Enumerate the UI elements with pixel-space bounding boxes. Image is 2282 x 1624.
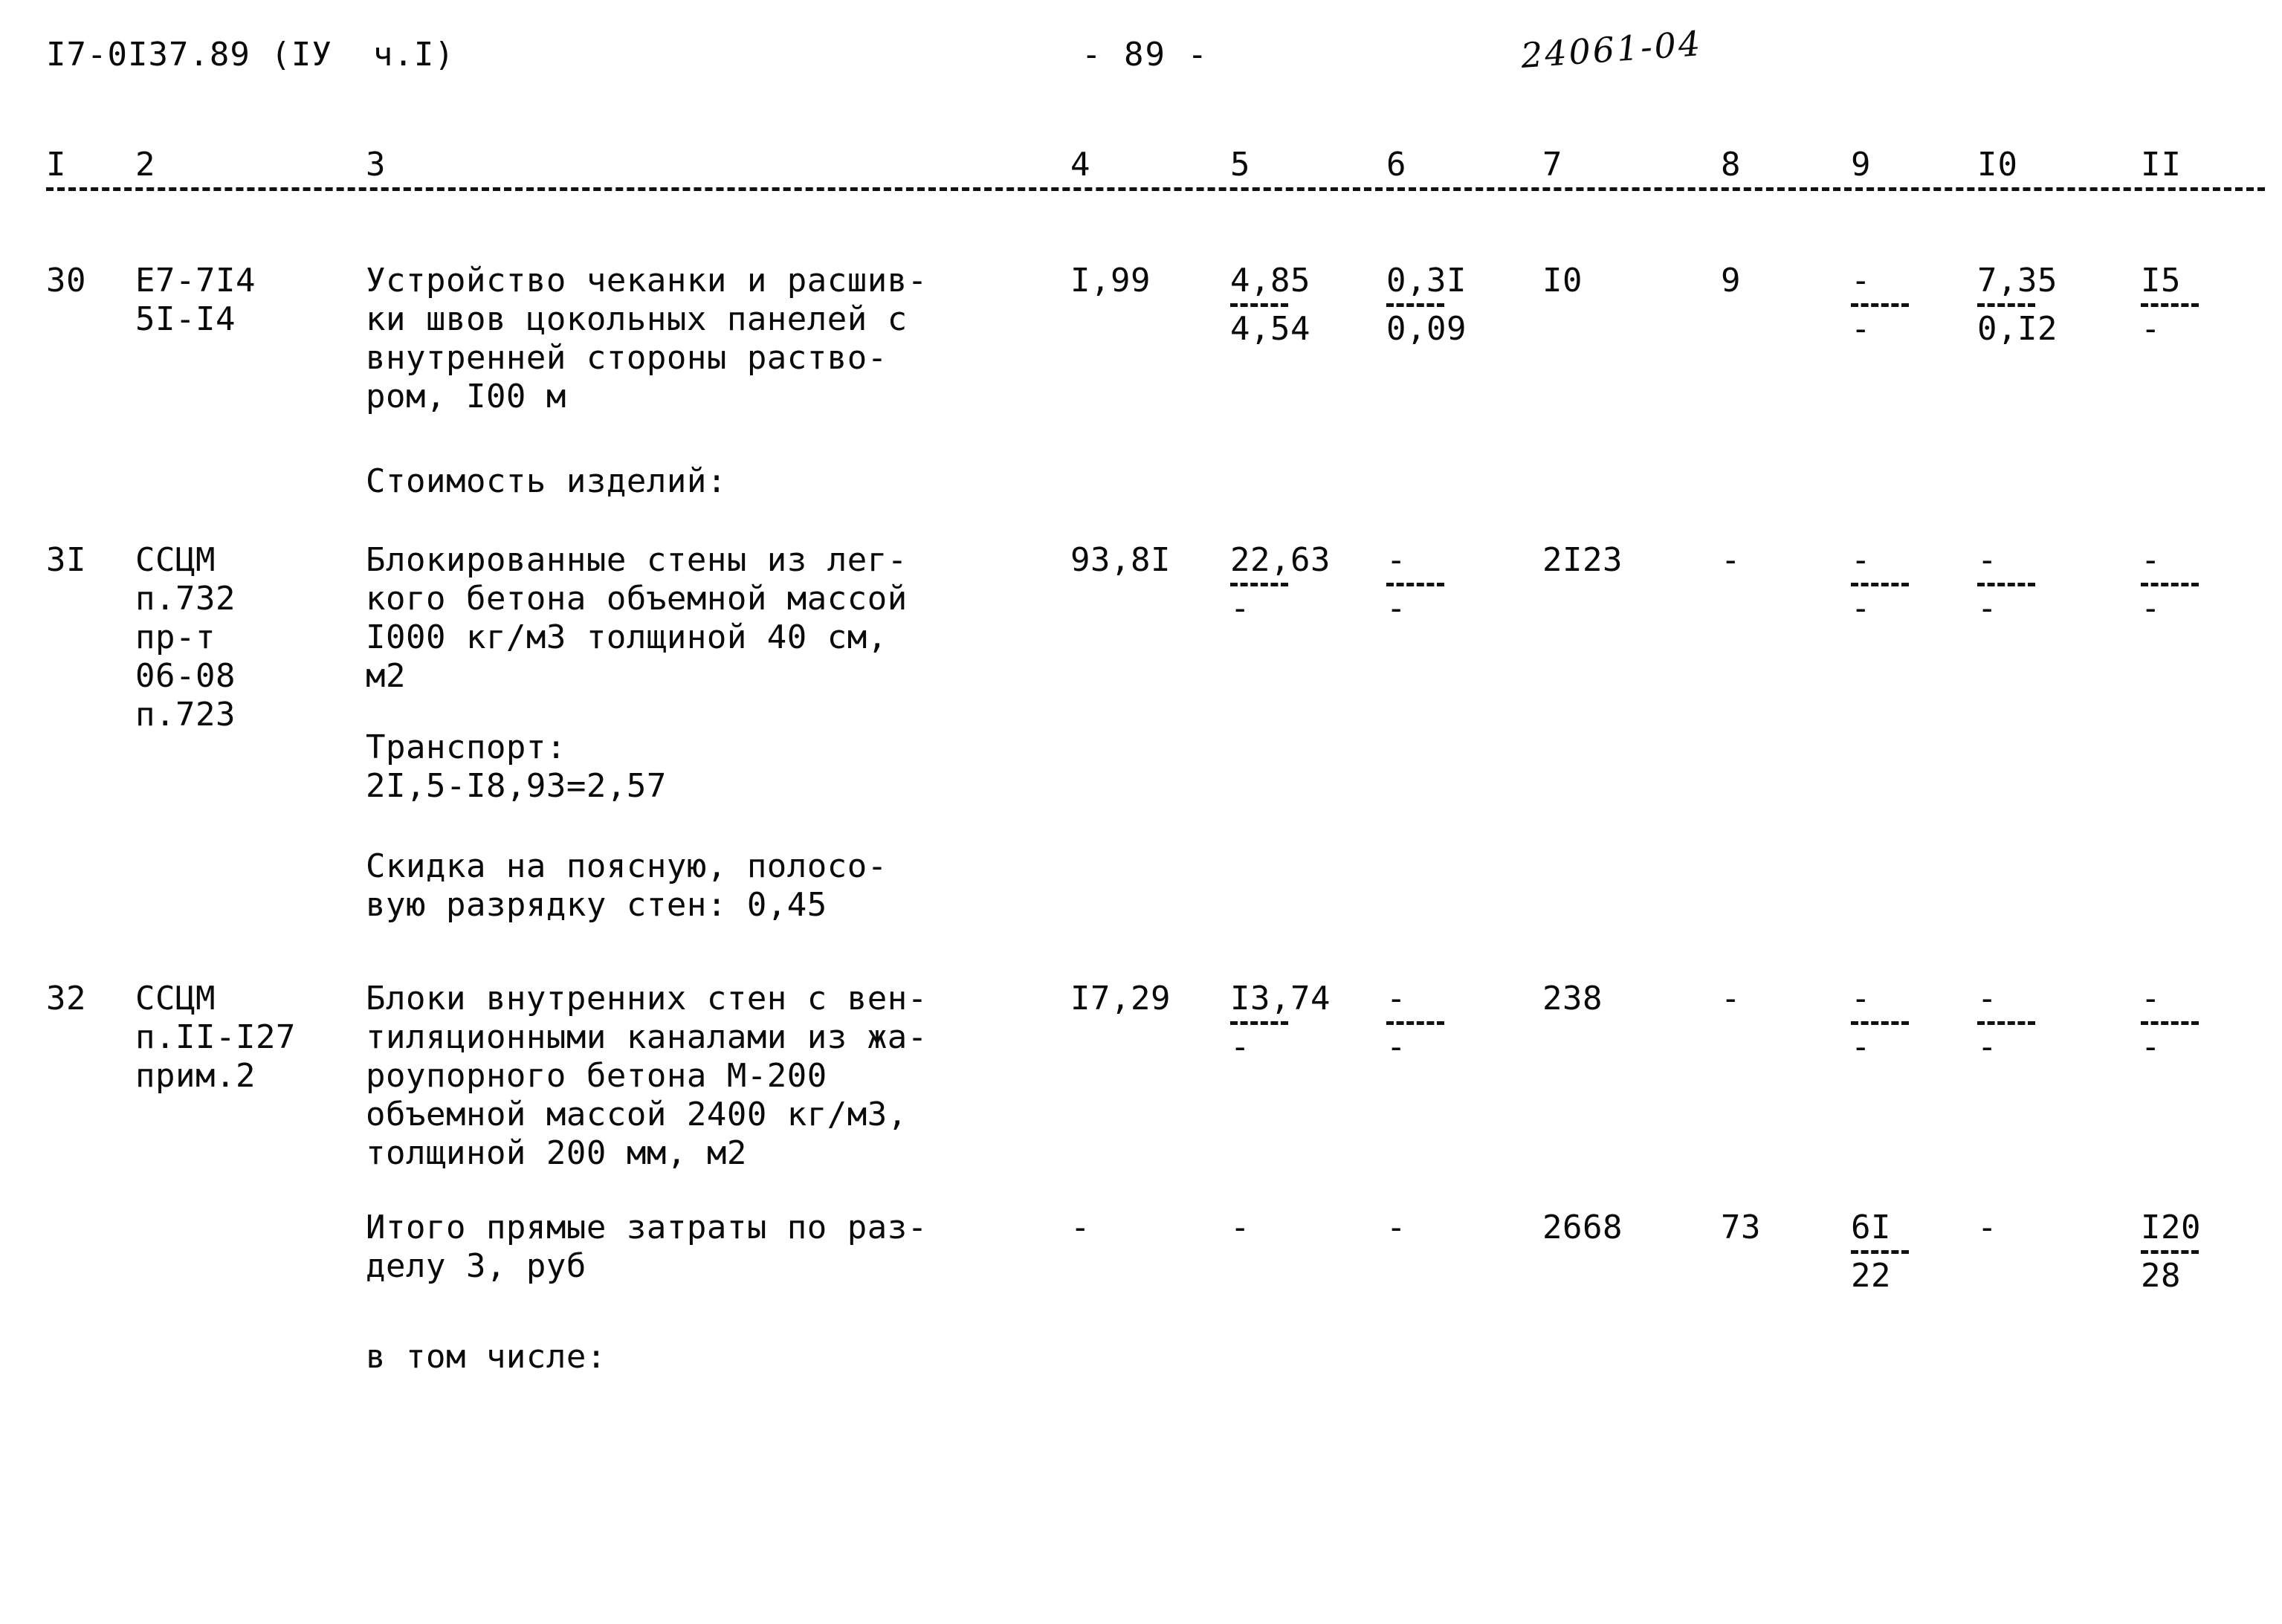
fraction-rule (2141, 1250, 2199, 1254)
fraction-rule (1851, 583, 1909, 586)
fraction-rule (1230, 583, 1288, 586)
note-discount: Скидка на поясную, полосо- вую разрядку … (366, 847, 888, 924)
total-value-col9: 6I 22 (1851, 1209, 1988, 1295)
row-value-col9: -- (1851, 980, 1988, 1067)
fraction-rule (2141, 583, 2199, 586)
fraction-rule (1851, 1021, 1909, 1025)
row-value-col5: 22,63- (1230, 541, 1331, 627)
row-number: 3I (46, 541, 86, 579)
row-value-col7: 2I23 (1542, 541, 1623, 579)
row-code: ССЦМ п.II-I27 прим.2 (135, 980, 296, 1095)
fraction-rule (1851, 303, 1909, 307)
fraction-rule (1851, 1250, 1909, 1254)
note-cost-of-products: Стоимость изделий: (366, 462, 727, 500)
fraction-rule (2141, 1021, 2199, 1025)
row-value-col6: -- (1386, 980, 1539, 1067)
row-value-col10: -- (1977, 541, 2118, 628)
row-value-col10: 7,35 0,I2 (1977, 262, 2058, 348)
row-description: Блоки внутренних стен с вен- тиляционным… (366, 980, 928, 1172)
fraction-rule (1386, 303, 1444, 307)
row-value-col5: I3,74- (1230, 980, 1331, 1066)
note-transport: Транспорт: 2I,5-I8,93=2,57 (366, 728, 667, 805)
row-value-col10: -- (1977, 980, 2118, 1067)
row-value-col9: -- (1851, 541, 1988, 628)
fraction-rule (2141, 303, 2199, 307)
note-including: в том числе: (366, 1338, 607, 1376)
table-body: 30 Е7-7I4 5I-I4 Устройство чеканки и рас… (0, 0, 2282, 1624)
fraction-rule (1977, 1021, 2035, 1025)
row-value-col6: 0,3I 0,09 (1386, 262, 1467, 348)
row-code: ССЦМ п.732 пр-т 06-08 п.723 (135, 541, 236, 734)
row-value-col8: - (1721, 980, 1741, 1018)
total-value-col10: - (1977, 1209, 1997, 1246)
row-value-col6: -- (1386, 541, 1539, 628)
row-value-col9: -- (1851, 262, 1988, 349)
total-description: Итого прямые затраты по раз- делу 3, руб (366, 1209, 928, 1285)
row-value-col11: -- (2141, 980, 2271, 1067)
fraction-rule (1230, 1021, 1288, 1025)
row-value-col4: 93,8I (1070, 541, 1171, 579)
total-value-col5: - (1230, 1209, 1250, 1246)
row-description: Блокированные стены из лег- кого бетона … (366, 541, 908, 695)
document-page: I7-0I37.89 (IУ ч.I) - 89 - 24061-04 I 2 … (0, 0, 2282, 1624)
row-value-col11: -- (2141, 541, 2271, 628)
row-value-col8: 9 (1721, 262, 1741, 300)
fraction-rule (1386, 1021, 1444, 1025)
fraction-rule (1386, 583, 1444, 586)
fraction-rule (1977, 583, 2035, 586)
row-code: Е7-7I4 5I-I4 (135, 262, 256, 338)
fraction-rule (1977, 303, 2035, 307)
row-value-col8: - (1721, 541, 1741, 579)
fraction-rule (1230, 303, 1288, 307)
row-description: Устройство чеканки и расшив- ки швов цок… (366, 262, 928, 415)
total-value-col7: 2668 (1542, 1209, 1623, 1246)
row-value-col5: 4,85 4,54 (1230, 262, 1310, 348)
row-number: 30 (46, 262, 86, 300)
row-number: 32 (46, 980, 86, 1018)
total-value-col11: I20 28 (2141, 1209, 2201, 1295)
total-value-col4: - (1070, 1209, 1090, 1246)
row-value-col4: I,99 (1070, 262, 1151, 300)
row-value-col7: I0 (1542, 262, 1583, 300)
row-value-col4: I7,29 (1070, 980, 1171, 1018)
row-value-col11: I5- (2141, 262, 2271, 349)
row-value-col7: 238 (1542, 980, 1603, 1018)
total-value-col8: 73 (1721, 1209, 1761, 1246)
total-value-col6: - (1386, 1209, 1406, 1246)
